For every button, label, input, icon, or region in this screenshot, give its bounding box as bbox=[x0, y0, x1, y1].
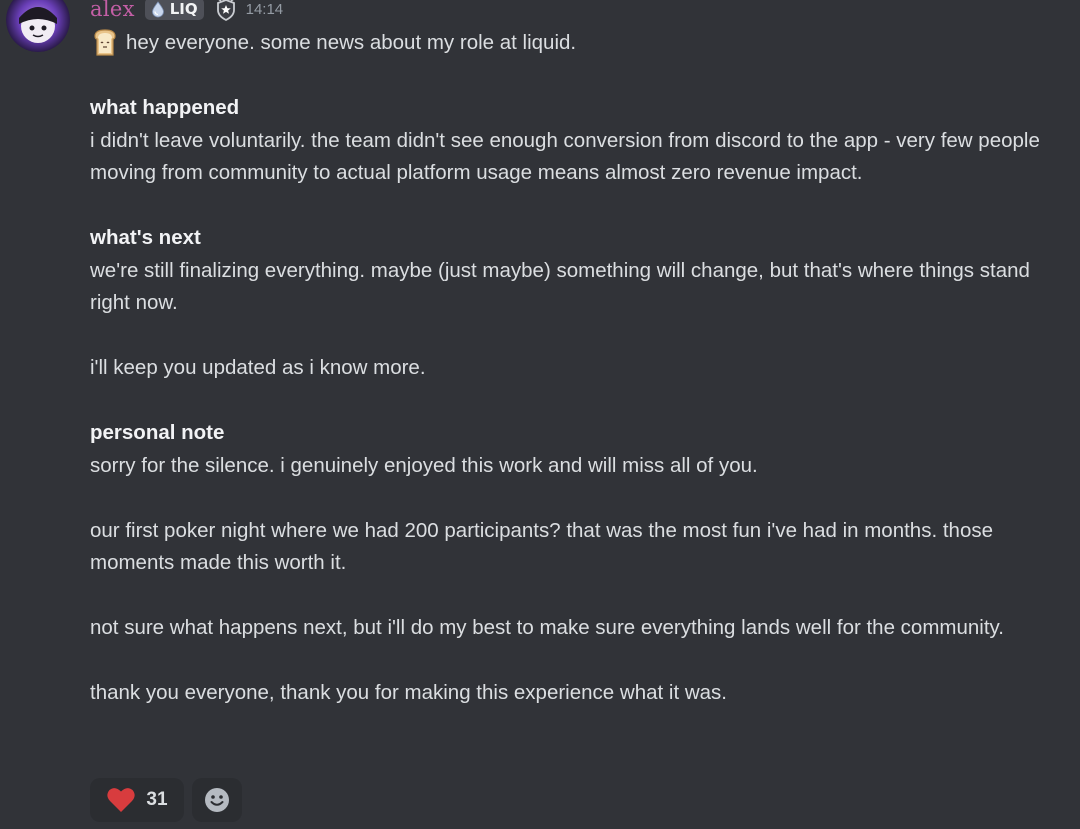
section-heading-personal-note: personal note bbox=[90, 421, 225, 444]
droplet-icon bbox=[151, 1, 164, 18]
personal-line: sorry for the silence. i genuinely enjoy… bbox=[90, 453, 758, 477]
add-reaction-button[interactable] bbox=[192, 778, 242, 822]
intro-text: hey everyone. some news about my role at… bbox=[126, 31, 577, 54]
server-tag-label: LIQ bbox=[169, 0, 198, 18]
section-body-what-happened: i didn't leave voluntarily. the team did… bbox=[90, 128, 1040, 185]
next-line: not sure what happens next, but i'll do … bbox=[90, 616, 1004, 639]
intro-line: hey everyone. some news about my role at… bbox=[90, 27, 1050, 60]
message-header: alex LIQ 14:14 bbox=[90, 0, 283, 24]
poker-line: our first poker night where we had 200 p… bbox=[90, 518, 994, 575]
add-reaction-smile-icon bbox=[205, 788, 229, 812]
chat-message: alex LIQ 14:14 hey everyone. some news a bbox=[0, 0, 1080, 829]
username[interactable]: alex bbox=[90, 0, 135, 21]
section-heading-what-happened: what happened bbox=[90, 96, 240, 119]
reactions-bar: 31 bbox=[90, 778, 242, 822]
message-content: hey everyone. some news about my role at… bbox=[90, 27, 1050, 710]
section-body-whats-next: we're still finalizing everything. maybe… bbox=[90, 258, 1030, 315]
toast-emoji-icon bbox=[94, 29, 116, 56]
update-line: i'll keep you updated as i know more. bbox=[90, 356, 426, 379]
thanks-line: thank you everyone, thank you for making… bbox=[90, 681, 727, 704]
server-tag[interactable]: LIQ bbox=[144, 0, 204, 20]
section-heading-whats-next: what's next bbox=[90, 226, 201, 249]
heart-reaction-button[interactable]: 31 bbox=[90, 778, 184, 822]
shield-star-icon bbox=[216, 0, 235, 22]
avatar-icon[interactable] bbox=[6, 0, 70, 52]
heart-icon bbox=[107, 788, 136, 812]
timestamp: 14:14 bbox=[245, 0, 284, 18]
heart-reaction-count: 31 bbox=[146, 789, 168, 810]
